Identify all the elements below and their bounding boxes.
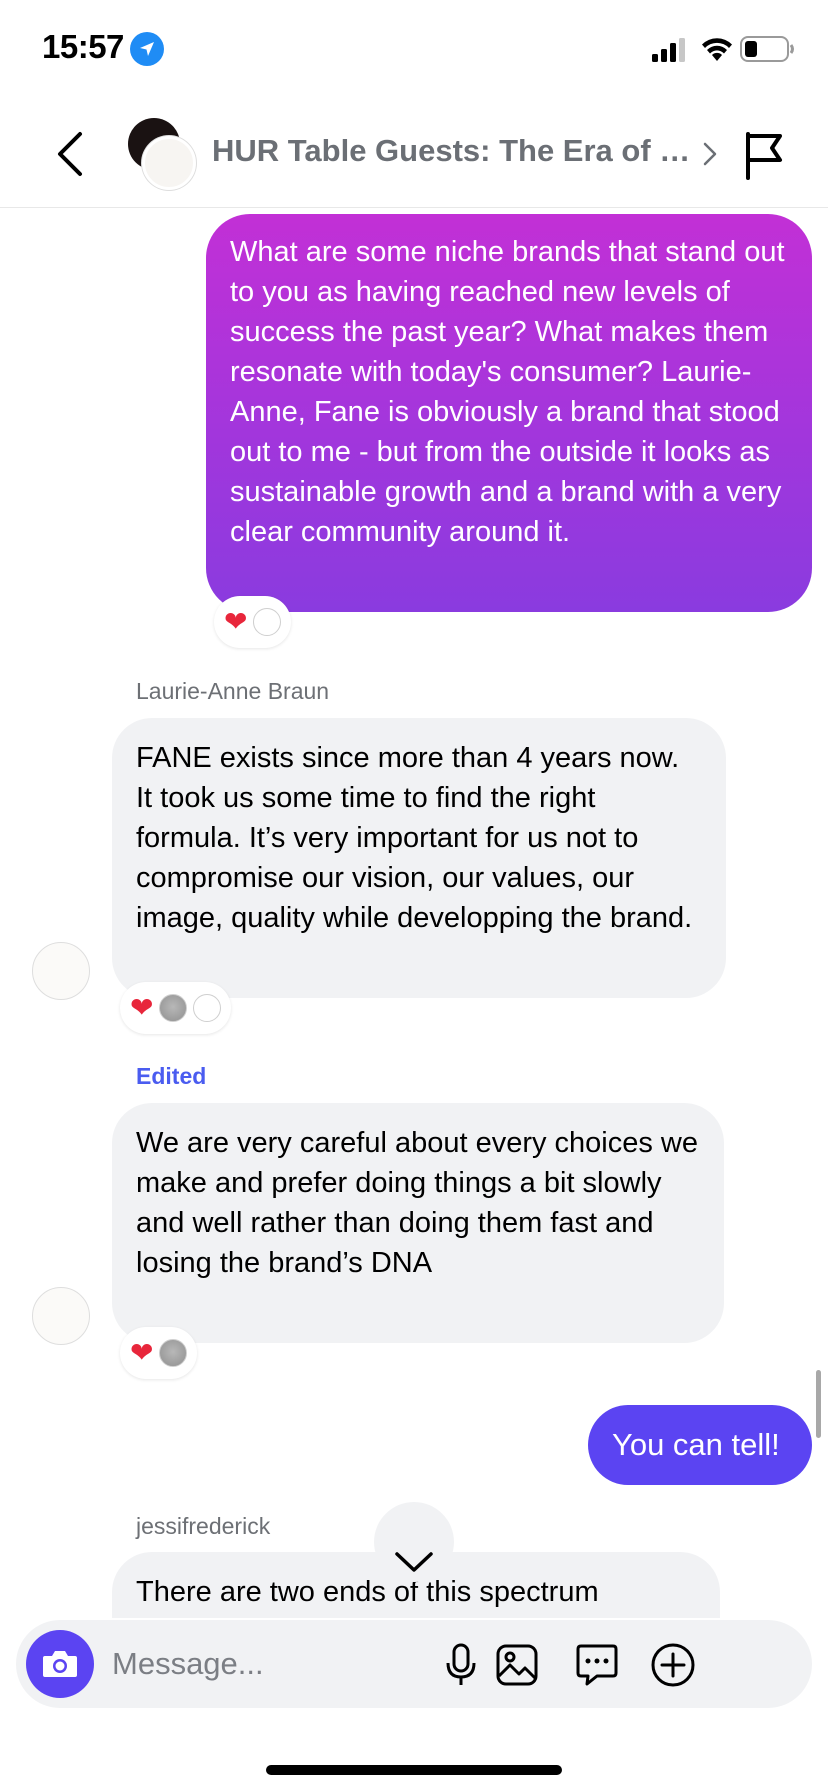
- camera-icon: [43, 1651, 77, 1677]
- sender-avatar[interactable]: [32, 1287, 90, 1345]
- gallery-icon: [496, 1644, 538, 1686]
- message-bubble-outgoing[interactable]: You can tell!: [588, 1405, 812, 1485]
- message-composer: [16, 1620, 812, 1708]
- member-avatar: [142, 136, 196, 190]
- message-reactions[interactable]: ❤: [120, 1327, 198, 1379]
- wifi-icon: [702, 38, 732, 61]
- plus-circle-icon: [651, 1643, 695, 1687]
- group-avatar[interactable]: [124, 118, 196, 190]
- sender-name: jessifrederick: [136, 1513, 271, 1539]
- microphone-icon: [446, 1643, 476, 1685]
- flag-icon[interactable]: [740, 128, 788, 182]
- home-indicator[interactable]: [266, 1765, 562, 1775]
- camera-button[interactable]: [26, 1630, 94, 1698]
- message-reactions[interactable]: ❤: [214, 596, 292, 648]
- message-input[interactable]: [112, 1638, 412, 1690]
- gallery-button[interactable]: [492, 1640, 542, 1690]
- heart-reaction-icon: ❤: [224, 606, 248, 637]
- message-bubble-incoming[interactable]: FANE exists since more than 4 years now.…: [112, 718, 726, 998]
- edited-label: Edited: [136, 1063, 207, 1089]
- chat-title[interactable]: HUR Table Guests: The Era of Niche Brand…: [212, 133, 702, 169]
- sticker-chat-icon: [576, 1644, 618, 1686]
- sticker-chat-button[interactable]: [572, 1640, 622, 1690]
- chevron-down-icon: [395, 1552, 433, 1572]
- heart-reaction-icon: ❤: [130, 1337, 154, 1368]
- status-time: 15:57: [42, 28, 124, 65]
- message-bubble-incoming[interactable]: We are very careful about every choices …: [112, 1103, 724, 1343]
- reactor-avatar: [159, 994, 188, 1022]
- signal-icon: [652, 38, 685, 62]
- message-reactions[interactable]: ❤: [120, 982, 232, 1034]
- reactor-avatar: [193, 994, 222, 1022]
- chevron-right-icon[interactable]: [700, 140, 720, 168]
- more-options-button[interactable]: [648, 1640, 698, 1690]
- reactor-avatar: [253, 608, 282, 636]
- scroll-to-bottom-button[interactable]: [374, 1502, 454, 1582]
- chat-header: HUR Table Guests: The Era of Niche Brand…: [0, 100, 828, 208]
- battery-icon: [740, 36, 794, 62]
- message-bubble-outgoing[interactable]: What are some niche brands that stand ou…: [206, 214, 812, 612]
- sender-name: Laurie-Anne Braun: [136, 678, 330, 704]
- status-bar: 15:57: [0, 0, 828, 100]
- scrollbar[interactable]: [816, 1370, 821, 1438]
- back-button[interactable]: [46, 124, 96, 184]
- sender-avatar[interactable]: [32, 942, 90, 1000]
- reactor-avatar: [159, 1339, 188, 1367]
- microphone-button[interactable]: [436, 1640, 486, 1690]
- heart-reaction-icon: ❤: [130, 992, 154, 1023]
- location-arrow-icon: [130, 32, 164, 66]
